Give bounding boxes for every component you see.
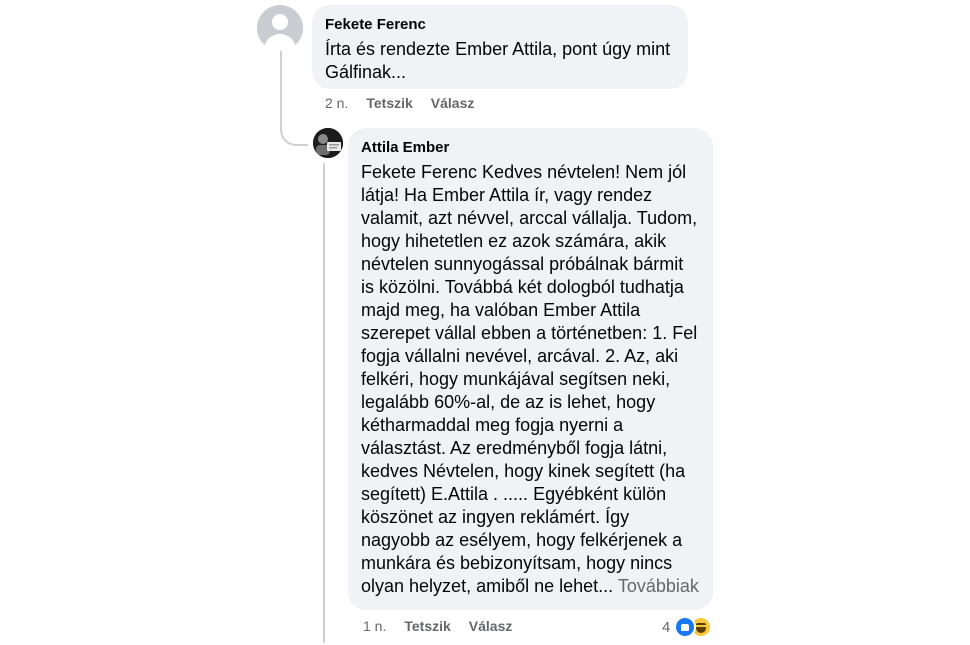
- comment-timestamp[interactable]: 1 n.: [363, 617, 386, 635]
- comment-line: nagyobb az esélyem, hogy felkérjenek a: [361, 530, 683, 550]
- default-avatar-body: [264, 34, 296, 51]
- comment-line: névtelen sunnyogással próbálnak bármit: [361, 254, 684, 274]
- comment-line: fogja vállalni nevével, arcával. 2. Az, …: [361, 346, 679, 366]
- reactions-summary[interactable]: 4: [662, 616, 713, 638]
- comment-line: Írta és rendezte Ember Attila, pont úgy …: [325, 39, 671, 59]
- avatar[interactable]: [313, 128, 343, 158]
- thread-line: [323, 163, 325, 643]
- reply-button[interactable]: Válasz: [469, 617, 513, 635]
- comment-line: valamit, azt névvel, arccal vállalja. Tu…: [361, 208, 698, 228]
- comment-line: olyan helyzet, amiből ne lehet...: [361, 576, 614, 596]
- reaction-count: 4: [662, 618, 671, 636]
- comment-line: segített) E.Attila . ..... Egyébként kül…: [361, 484, 667, 504]
- profile-photo-icon: [313, 128, 343, 158]
- comment-timestamp[interactable]: 2 n.: [325, 94, 348, 112]
- comment-bubble: Fekete Ferenc Írta és rendezte Ember Att…: [312, 5, 688, 89]
- comment-actions: 1 n. Tetszik Válasz: [363, 617, 512, 635]
- default-avatar-head: [272, 14, 288, 30]
- comment-line: választást. Az eredményből fogja látni,: [361, 438, 668, 458]
- like-button[interactable]: Tetszik: [366, 94, 412, 112]
- comment-text: Írta és rendezte Ember Attila, pont úgy …: [325, 38, 675, 84]
- like-button[interactable]: Tetszik: [404, 617, 450, 635]
- reply-bubble: Attila Ember Fekete Ferenc Kedves névtel…: [348, 128, 713, 610]
- haha-mouth: [696, 627, 707, 633]
- comment-line: Fekete Ferenc Kedves névtelen! Nem jól: [361, 162, 687, 182]
- comment-text: Fekete Ferenc Kedves névtelen! Nem jól l…: [361, 161, 700, 598]
- comment-line: felkéri, hogy munkájával segítsen neki,: [361, 369, 671, 389]
- comment-line: hogy hihetetlen ez azok számára, akik: [361, 231, 667, 251]
- comment-line: majd meg, ha valóban Ember Attila: [361, 300, 641, 320]
- avatar[interactable]: [257, 5, 303, 51]
- reply-button[interactable]: Válasz: [431, 94, 475, 112]
- comment-line: is közölni. Továbbá két dologból tudhatj…: [361, 277, 684, 297]
- comment-line: szerepet vállal ebben a történetben: 1. …: [361, 323, 698, 343]
- comment-line: Gálfinak...: [325, 62, 407, 82]
- see-more-link[interactable]: Továbbiak: [618, 576, 699, 596]
- reply-connector: [280, 110, 308, 146]
- comment-line: köszönet az ingyen reklámért. Így: [361, 507, 630, 527]
- comment-line: kedves Névtelen, hogy kinek segített (ha: [361, 461, 686, 481]
- comment-author[interactable]: Fekete Ferenc: [325, 15, 675, 34]
- comment-actions: 2 n. Tetszik Válasz: [325, 94, 474, 112]
- comment-line-last: olyan helyzet, amiből ne lehet... Tovább…: [361, 575, 700, 598]
- comment-line: látja! Ha Ember Attila ír, vagy rendez: [361, 185, 653, 205]
- comment-line: legalább 60%-al, de az is lehet, hogy: [361, 392, 656, 412]
- comment-author[interactable]: Attila Ember: [361, 138, 700, 157]
- comment-line: munkára és bebizonyítsam, hogy nincs: [361, 553, 673, 573]
- comment-line: kétharmaddal meg fogja nyerni a: [361, 415, 624, 435]
